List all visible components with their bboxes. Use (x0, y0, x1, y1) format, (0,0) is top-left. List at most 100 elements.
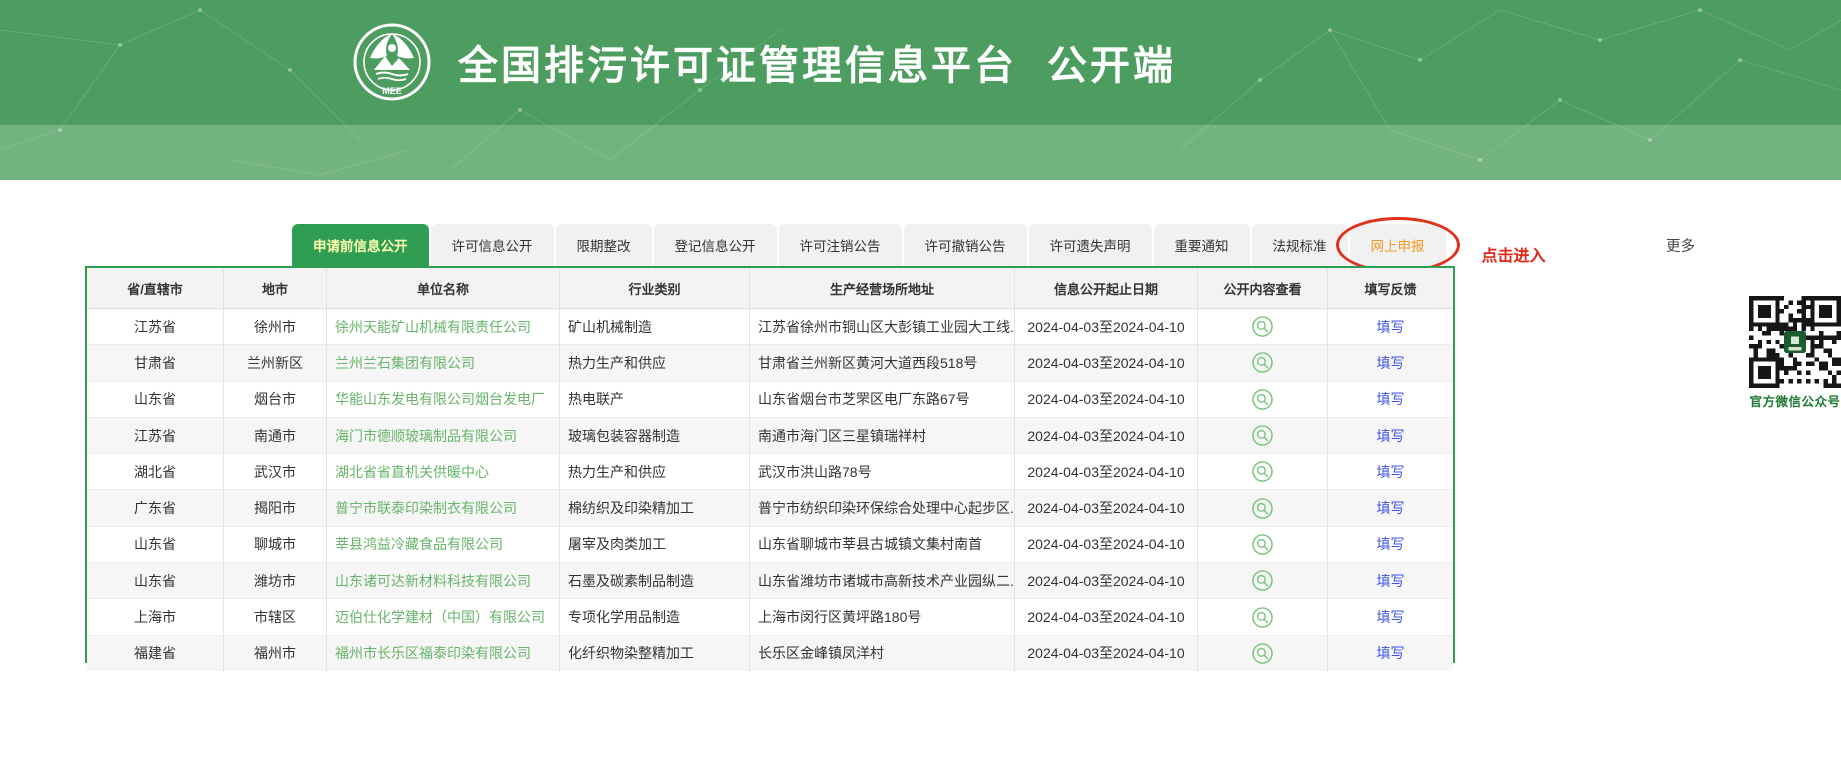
cell-city: 市辖区 (224, 599, 327, 634)
cell-period: 2024-04-03至2024-04-10 (1015, 345, 1198, 380)
cell-address: 江苏省徐州市铜山区大彭镇工业园大工线... (750, 309, 1015, 344)
col-header-feedback: 填写反馈 (1328, 268, 1453, 308)
tab-permit-revocation-notice[interactable]: 许可撤销公告 (904, 224, 1027, 266)
cell-view (1198, 490, 1328, 525)
wechat-qr-code (1749, 296, 1841, 388)
fill-feedback-link[interactable]: 填写 (1377, 353, 1405, 373)
table-row: 甘肃省兰州新区兰州兰石集团有限公司热力生产和供应甘肃省兰州新区黄河大道西段518… (87, 344, 1453, 380)
cell-feedback: 填写 (1328, 636, 1453, 671)
tabbar-spacer (1546, 224, 1666, 266)
cell-company: 兰州兰石集团有限公司 (327, 345, 560, 380)
wechat-qr-block: 官方微信公众号 (1749, 296, 1841, 410)
cell-view (1198, 309, 1328, 344)
tab-deadline-rectification[interactable]: 限期整改 (556, 224, 652, 266)
tab-regulations-standards[interactable]: 法规标准 (1252, 224, 1348, 266)
company-link[interactable]: 湖北省省直机关供暖中心 (335, 462, 489, 482)
tab-pre-application-disclosure[interactable]: 申请前信息公开 (292, 224, 429, 266)
cell-industry: 热力生产和供应 (560, 345, 750, 380)
cell-city: 聊城市 (224, 527, 327, 562)
cell-province: 湖北省 (87, 454, 224, 489)
cell-address: 长乐区金峰镇凤洋村 (750, 636, 1015, 671)
table-row: 湖北省武汉市湖北省省直机关供暖中心热力生产和供应武汉市洪山路78号2024-04… (87, 453, 1453, 489)
fill-feedback-link[interactable]: 填写 (1377, 498, 1405, 518)
cell-period: 2024-04-03至2024-04-10 (1015, 636, 1198, 671)
cell-company: 湖北省省直机关供暖中心 (327, 454, 560, 489)
cell-address: 武汉市洪山路78号 (750, 454, 1015, 489)
company-link[interactable]: 福州市长乐区福泰印染有限公司 (335, 643, 531, 663)
cell-feedback: 填写 (1328, 345, 1453, 380)
svg-text:MEE: MEE (382, 86, 402, 96)
fill-feedback-link[interactable]: 填写 (1377, 462, 1405, 482)
cell-province: 山东省 (87, 527, 224, 562)
cell-industry: 屠宰及肉类加工 (560, 527, 750, 562)
tab-permit-loss-statement[interactable]: 许可遗失声明 (1029, 224, 1152, 266)
tab-online-application[interactable]: 网上申报 (1350, 224, 1446, 266)
cell-feedback: 填写 (1328, 418, 1453, 453)
cell-industry: 棉纺织及印染精加工 (560, 490, 750, 525)
cell-industry: 矿山机械制造 (560, 309, 750, 344)
table-row: 广东省揭阳市普宁市联泰印染制衣有限公司棉纺织及印染精加工普宁市纺织印染环保综合处… (87, 489, 1453, 525)
cell-period: 2024-04-03至2024-04-10 (1015, 599, 1198, 634)
company-link[interactable]: 兰州兰石集团有限公司 (335, 353, 475, 373)
cell-view (1198, 636, 1328, 671)
fill-feedback-link[interactable]: 填写 (1377, 426, 1405, 446)
page: MEE 全国排污许可证管理信息平台 公开端 申请前信息公开许可信息公开限期整改登… (0, 0, 1841, 780)
view-magnifier-icon[interactable] (1252, 389, 1273, 410)
view-magnifier-icon[interactable] (1252, 498, 1273, 519)
company-link[interactable]: 海门市德顺玻璃制品有限公司 (335, 426, 517, 446)
cell-feedback: 填写 (1328, 563, 1453, 598)
company-link[interactable]: 徐州天能矿山机械有限责任公司 (335, 317, 531, 337)
cell-province: 山东省 (87, 382, 224, 417)
view-magnifier-icon[interactable] (1252, 534, 1273, 555)
cell-city: 福州市 (224, 636, 327, 671)
cell-company: 徐州天能矿山机械有限责任公司 (327, 309, 560, 344)
cell-feedback: 填写 (1328, 454, 1453, 489)
cell-industry: 石墨及碳素制品制造 (560, 563, 750, 598)
fill-feedback-link[interactable]: 填写 (1377, 317, 1405, 337)
mee-logo-icon: MEE (352, 22, 432, 102)
cell-province: 甘肃省 (87, 345, 224, 380)
cell-company: 海门市德顺玻璃制品有限公司 (327, 418, 560, 453)
cell-address: 甘肃省兰州新区黄河大道西段518号 (750, 345, 1015, 380)
fill-feedback-link[interactable]: 填写 (1377, 534, 1405, 554)
table-row: 山东省烟台市华能山东发电有限公司烟台发电厂热电联产山东省烟台市芝罘区电厂东路67… (87, 381, 1453, 417)
cell-feedback: 填写 (1328, 599, 1453, 634)
col-header-view: 公开内容查看 (1198, 268, 1328, 308)
view-magnifier-icon[interactable] (1252, 570, 1273, 591)
tab-important-notice[interactable]: 重要通知 (1154, 224, 1250, 266)
company-link[interactable]: 迈伯仕化学建材（中国）有限公司 (335, 607, 545, 627)
company-link[interactable]: 普宁市联泰印染制衣有限公司 (335, 498, 517, 518)
cell-province: 福建省 (87, 636, 224, 671)
tab-registration-disclosure[interactable]: 登记信息公开 (654, 224, 777, 266)
view-magnifier-icon[interactable] (1252, 352, 1273, 373)
cell-company: 莘县鸿益冷藏食品有限公司 (327, 527, 560, 562)
fill-feedback-link[interactable]: 填写 (1377, 571, 1405, 591)
col-header-address: 生产经营场所地址 (750, 268, 1015, 308)
tab-permit-cancellation-notice[interactable]: 许可注销公告 (779, 224, 902, 266)
fill-feedback-link[interactable]: 填写 (1377, 607, 1405, 627)
fill-feedback-link[interactable]: 填写 (1377, 389, 1405, 409)
view-magnifier-icon[interactable] (1252, 461, 1273, 482)
fill-feedback-link[interactable]: 填写 (1377, 643, 1405, 663)
table-row: 福建省福州市福州市长乐区福泰印染有限公司 化纤织物染整精加工长乐区金峰镇凤洋村20… (87, 635, 1453, 671)
cell-company: 迈伯仕化学建材（中国）有限公司 (327, 599, 560, 634)
more-link[interactable]: 更多 (1666, 235, 1695, 256)
col-header-province: 省/直辖市 (87, 268, 224, 308)
cell-feedback: 填写 (1328, 309, 1453, 344)
company-link[interactable]: 山东诸可达新材料科技有限公司 (335, 571, 531, 591)
view-magnifier-icon[interactable] (1252, 425, 1273, 446)
click-to-enter-annotation: 点击进入 (1482, 248, 1546, 266)
cell-company: 普宁市联泰印染制衣有限公司 (327, 490, 560, 525)
cell-address: 山东省潍坊市诸城市高新技术产业园纵二... (750, 563, 1015, 598)
brand: MEE 全国排污许可证管理信息平台 公开端 (352, 22, 1176, 102)
view-magnifier-icon[interactable] (1252, 643, 1273, 664)
company-link[interactable]: 莘县鸿益冷藏食品有限公司 (335, 534, 503, 554)
cell-province: 山东省 (87, 563, 224, 598)
company-link[interactable]: 华能山东发电有限公司烟台发电厂 (335, 389, 545, 409)
col-header-period: 信息公开起止日期 (1015, 268, 1198, 308)
view-magnifier-icon[interactable] (1252, 607, 1273, 628)
cell-address: 普宁市纺织印染环保综合处理中心起步区... (750, 490, 1015, 525)
tab-permit-info-disclosure[interactable]: 许可信息公开 (431, 224, 554, 266)
view-magnifier-icon[interactable] (1252, 316, 1273, 337)
cell-industry: 化纤织物染整精加工 (560, 636, 750, 671)
